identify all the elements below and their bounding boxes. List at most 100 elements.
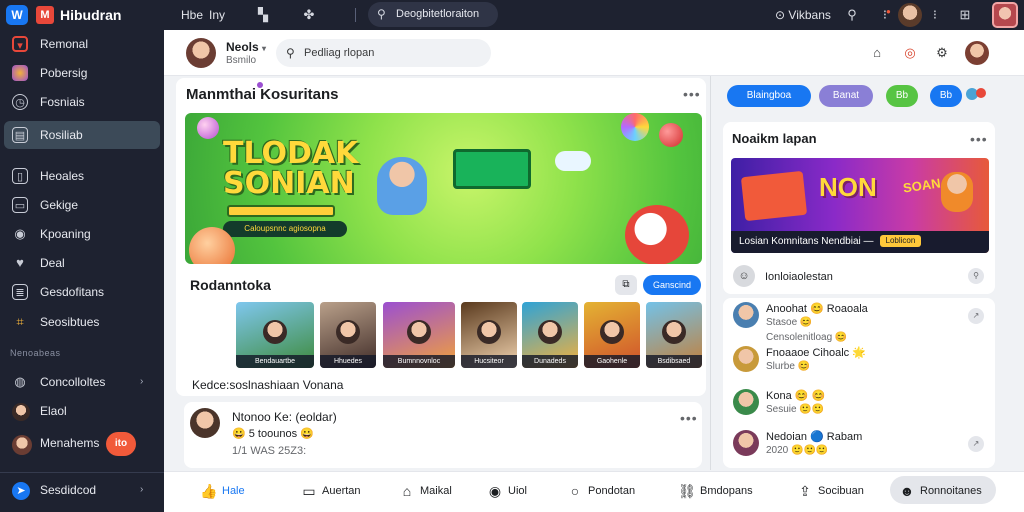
more-icon[interactable]: ••• — [683, 86, 701, 102]
contact-avatar[interactable] — [733, 389, 759, 415]
bottom-nav-item[interactable]: ⌂ Maikal — [398, 478, 452, 504]
search-icon[interactable]: ⚲ — [968, 268, 984, 284]
topbar-link-1[interactable]: Hbe — [181, 8, 203, 22]
rec-thumbnail[interactable]: Hhuedes — [320, 302, 376, 368]
post-date: 1/1 WAS 25Z3: — [232, 445, 307, 457]
sidebar-item-label: Remonal — [40, 37, 89, 51]
copy-icon[interactable]: ⧉ — [615, 275, 637, 295]
post-author[interactable]: Ntonoo Ke: (eoldar) — [232, 410, 337, 424]
bottom-nav-label: Hale — [222, 485, 245, 497]
thumbnail-figure — [477, 320, 501, 344]
recs-action-button[interactable]: Ganscind — [643, 275, 701, 295]
sidebar-item-deal[interactable]: ♥ Deal — [0, 250, 164, 276]
contact-avatar[interactable] — [733, 430, 759, 456]
sidebar-item-kpoaning[interactable]: ◉ Kpoaning — [0, 221, 164, 247]
share-icon[interactable]: ↗ — [968, 436, 984, 452]
more-icon[interactable]: ••• — [680, 410, 698, 426]
sidebar-item-label: Gesdofitans — [40, 285, 105, 299]
sidebar-item-pobersig[interactable]: Pobersig — [0, 60, 164, 86]
sidebar-item-label: Elaol — [40, 404, 67, 418]
bottom-nav-item[interactable]: ○ Pondotan — [566, 478, 635, 504]
global-search[interactable]: ⚲ Deogbitetloraiton — [368, 2, 498, 27]
book-icon: ▯ — [12, 168, 28, 184]
filter-pill-blaingboa[interactable]: Blaingboa — [727, 85, 811, 107]
rec-thumbnail[interactable]: Bumnnovnloc — [383, 302, 455, 368]
notification-icon[interactable]: ⁝ ● — [876, 6, 894, 24]
filter-pill-bb[interactable]: Bb — [886, 85, 918, 107]
rec-thumbnail[interactable]: Bendauartbe — [236, 302, 314, 368]
count-badge: ito — [106, 432, 136, 456]
sidebar-item-sesdidcod[interactable]: ➤ Sesdidcod › — [0, 477, 164, 503]
rec-thumbnail[interactable]: Gaohenle — [584, 302, 640, 368]
sidebar-item-rosiliab[interactable]: ▤ Rosiliab — [0, 122, 164, 148]
promo-banner[interactable]: NON SOAN Losian Komnitans Nendbiai — Lobl… — [731, 158, 989, 253]
sidebar-item-remonal[interactable]: ▾ Remonal — [0, 31, 164, 57]
profile-name[interactable]: Neols ▾ — [226, 40, 266, 54]
thumb-up-icon: 👍 — [200, 483, 218, 499]
sidebar-item-gesdofitans[interactable]: ≣ Gesdofitans — [0, 279, 164, 305]
sidebar-item-seosibtues[interactable]: ⌗ Seosibtues — [0, 309, 164, 335]
sidebar-item-label: Seosibtues — [40, 315, 100, 329]
search-input[interactable]: ⚲ Pedliag rlopan — [276, 39, 491, 67]
post-avatar[interactable] — [190, 408, 220, 438]
user-avatar[interactable] — [965, 41, 989, 65]
contact-status: 2020 🙂🙂🙂 — [766, 445, 829, 456]
search-icon[interactable]: ⚲ — [843, 6, 861, 24]
puzzle-icon[interactable]: ✤ — [300, 6, 318, 24]
brand-mark-icon: M — [36, 6, 54, 24]
rec-thumbnail[interactable]: Dunadeds — [522, 302, 578, 368]
bottom-nav-item[interactable]: 👍 Hale — [200, 478, 245, 504]
gift-icon — [740, 170, 808, 222]
contact-name[interactable]: Anoohat 😊 Roaoala — [766, 302, 868, 315]
character-icon — [941, 172, 973, 212]
board-icon — [453, 149, 531, 189]
user-avatar[interactable] — [898, 3, 922, 27]
home-icon[interactable]: ⌂ — [867, 43, 887, 63]
settings-icon[interactable]: ⚙ — [932, 43, 952, 63]
bottom-nav-item[interactable]: ☻ Ronnoitanes — [898, 478, 982, 504]
rec-thumbnail[interactable]: Hucsiteor — [461, 302, 517, 368]
sidebar-item-fosniais[interactable]: ◷ Fosniais — [0, 89, 164, 115]
bottom-nav-item[interactable]: ▭ Auertan — [300, 478, 360, 504]
apps-icon[interactable]: ▚ — [254, 6, 272, 24]
topbar-link-2[interactable]: Iny — [209, 8, 225, 22]
pill-label: Banat — [832, 90, 860, 101]
profile-subtitle: Bsmilo — [226, 55, 257, 66]
app-logo[interactable]: W — [6, 5, 28, 25]
target-icon[interactable]: ◎ — [900, 43, 920, 63]
grid-icon[interactable]: ⊞ — [956, 6, 974, 24]
shield-icon: ▾ — [12, 36, 28, 52]
sidebar-item-menahems[interactable]: Menahems — [0, 430, 164, 456]
sidebar-item-concolloltes[interactable]: ◍ Concolloltes › — [0, 369, 164, 395]
dot-indicator — [257, 82, 263, 88]
contact-name[interactable]: Kona 😊 😊 — [766, 389, 825, 402]
hero-banner[interactable]: TLODAK SONIAN Caloupsnnc agiosopna — [185, 113, 702, 264]
more-icon[interactable]: ⁝ — [926, 6, 944, 24]
sidebar-item-gekige[interactable]: ▭ Gekige — [0, 192, 164, 218]
bottom-nav-item[interactable]: ⇪ Socibuan — [796, 478, 864, 504]
topbar-status[interactable]: ⊙ Vikbans — [775, 8, 831, 22]
filter-pill-bb-2[interactable]: Bb — [930, 85, 962, 107]
promo-subheadline: SOAN — [902, 175, 942, 196]
rec-thumbnail[interactable]: Bsdibsaed — [646, 302, 702, 368]
promo-headline: NON — [819, 172, 877, 202]
thumbnail-figure — [538, 320, 562, 344]
status-dot-icon — [976, 88, 986, 98]
sidebar-item-elaol[interactable]: Elaol — [0, 398, 164, 424]
contact-avatar[interactable] — [733, 302, 759, 328]
avatar — [12, 403, 30, 421]
profile-avatar[interactable] — [992, 2, 1018, 28]
contact-avatar[interactable] — [733, 346, 759, 372]
share-icon[interactable]: ↗ — [968, 308, 984, 324]
sidebar-item-label: Sesdidcod — [40, 483, 97, 497]
bottom-nav-item[interactable]: ◉ Uiol — [486, 478, 527, 504]
profile-avatar[interactable] — [186, 38, 216, 68]
contact-name[interactable]: Fnoaaoe Cihoalc 🌟 — [766, 346, 866, 359]
promo-caption-text: Losian Komnitans Nendbiai — — [739, 236, 874, 247]
cloud-icon — [555, 151, 591, 171]
contact-name[interactable]: Nedoian 🔵 Rabam — [766, 430, 862, 443]
more-icon[interactable]: ••• — [970, 131, 988, 147]
bottom-nav-item[interactable]: ⛓ Bmdopans — [678, 478, 752, 504]
sidebar-item-heoales[interactable]: ▯ Heoales — [0, 163, 164, 189]
filter-pill-banat[interactable]: Banat — [819, 85, 873, 107]
